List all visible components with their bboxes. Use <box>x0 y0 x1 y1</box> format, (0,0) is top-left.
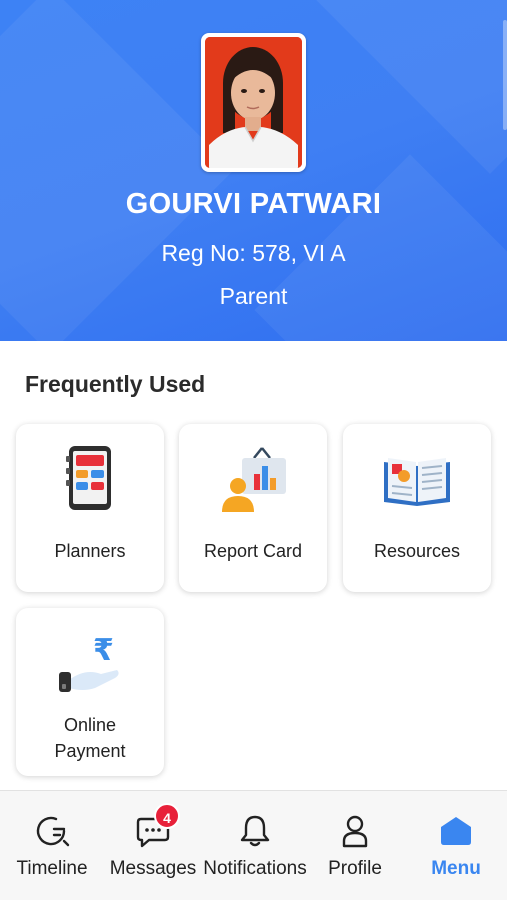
bottom-navigation-bar: Timeline 4 Messages Notifications Profil… <box>0 790 507 900</box>
planners-card[interactable]: Planners <box>16 424 164 592</box>
online-payment-card[interactable]: ₹ Online Payment <box>16 608 164 776</box>
student-name: GOURVI PATWARI <box>125 188 382 220</box>
report-card-card[interactable]: Report Card <box>179 424 327 592</box>
report-card-label: Report Card <box>203 541 303 561</box>
registration-number: Reg No: 578, VI A <box>161 240 346 266</box>
section-title-frequently-used: Frequently Used <box>25 371 206 397</box>
nav-label-menu: Menu <box>431 858 481 879</box>
nav-label-notifications: Notifications <box>203 858 307 879</box>
online-payment-label-line1: Online <box>63 715 116 735</box>
person-icon <box>337 813 373 849</box>
student-photo <box>205 37 302 168</box>
open-book-icon <box>382 444 452 514</box>
nav-item-menu[interactable]: Menu <box>416 791 496 900</box>
nav-item-timeline[interactable]: Timeline <box>10 791 94 900</box>
online-payment-label-line2: Payment <box>54 741 126 761</box>
scrollbar[interactable] <box>503 20 507 130</box>
nav-item-messages[interactable]: 4 Messages <box>108 791 198 900</box>
header-decoration <box>306 0 507 174</box>
resources-card[interactable]: Resources <box>343 424 491 592</box>
bell-icon <box>237 813 273 849</box>
student-photo-frame[interactable] <box>201 33 306 172</box>
resources-label: Resources <box>373 541 461 561</box>
messages-unread-badge: 4 <box>154 803 180 829</box>
online-payment-label: Online Payment <box>54 712 125 764</box>
planners-label: Planners <box>54 541 126 561</box>
user-role: Parent <box>219 283 288 309</box>
chat-bubble-icon: 4 <box>135 803 180 849</box>
nav-label-timeline: Timeline <box>16 858 88 879</box>
profile-header: GOURVI PATWARI Reg No: 578, VI A Parent <box>0 0 507 341</box>
nav-label-messages: Messages <box>109 858 197 879</box>
nav-item-notifications[interactable]: Notifications <box>200 791 310 900</box>
nav-label-profile: Profile <box>328 858 382 879</box>
report-card-icon <box>218 444 288 514</box>
rupee-payment-icon: ₹ <box>55 628 125 698</box>
timeline-icon <box>34 813 70 849</box>
svg-text:₹: ₹ <box>93 633 114 668</box>
nav-item-profile[interactable]: Profile <box>315 791 395 900</box>
planner-tablet-icon <box>55 444 125 514</box>
home-icon <box>438 813 474 849</box>
